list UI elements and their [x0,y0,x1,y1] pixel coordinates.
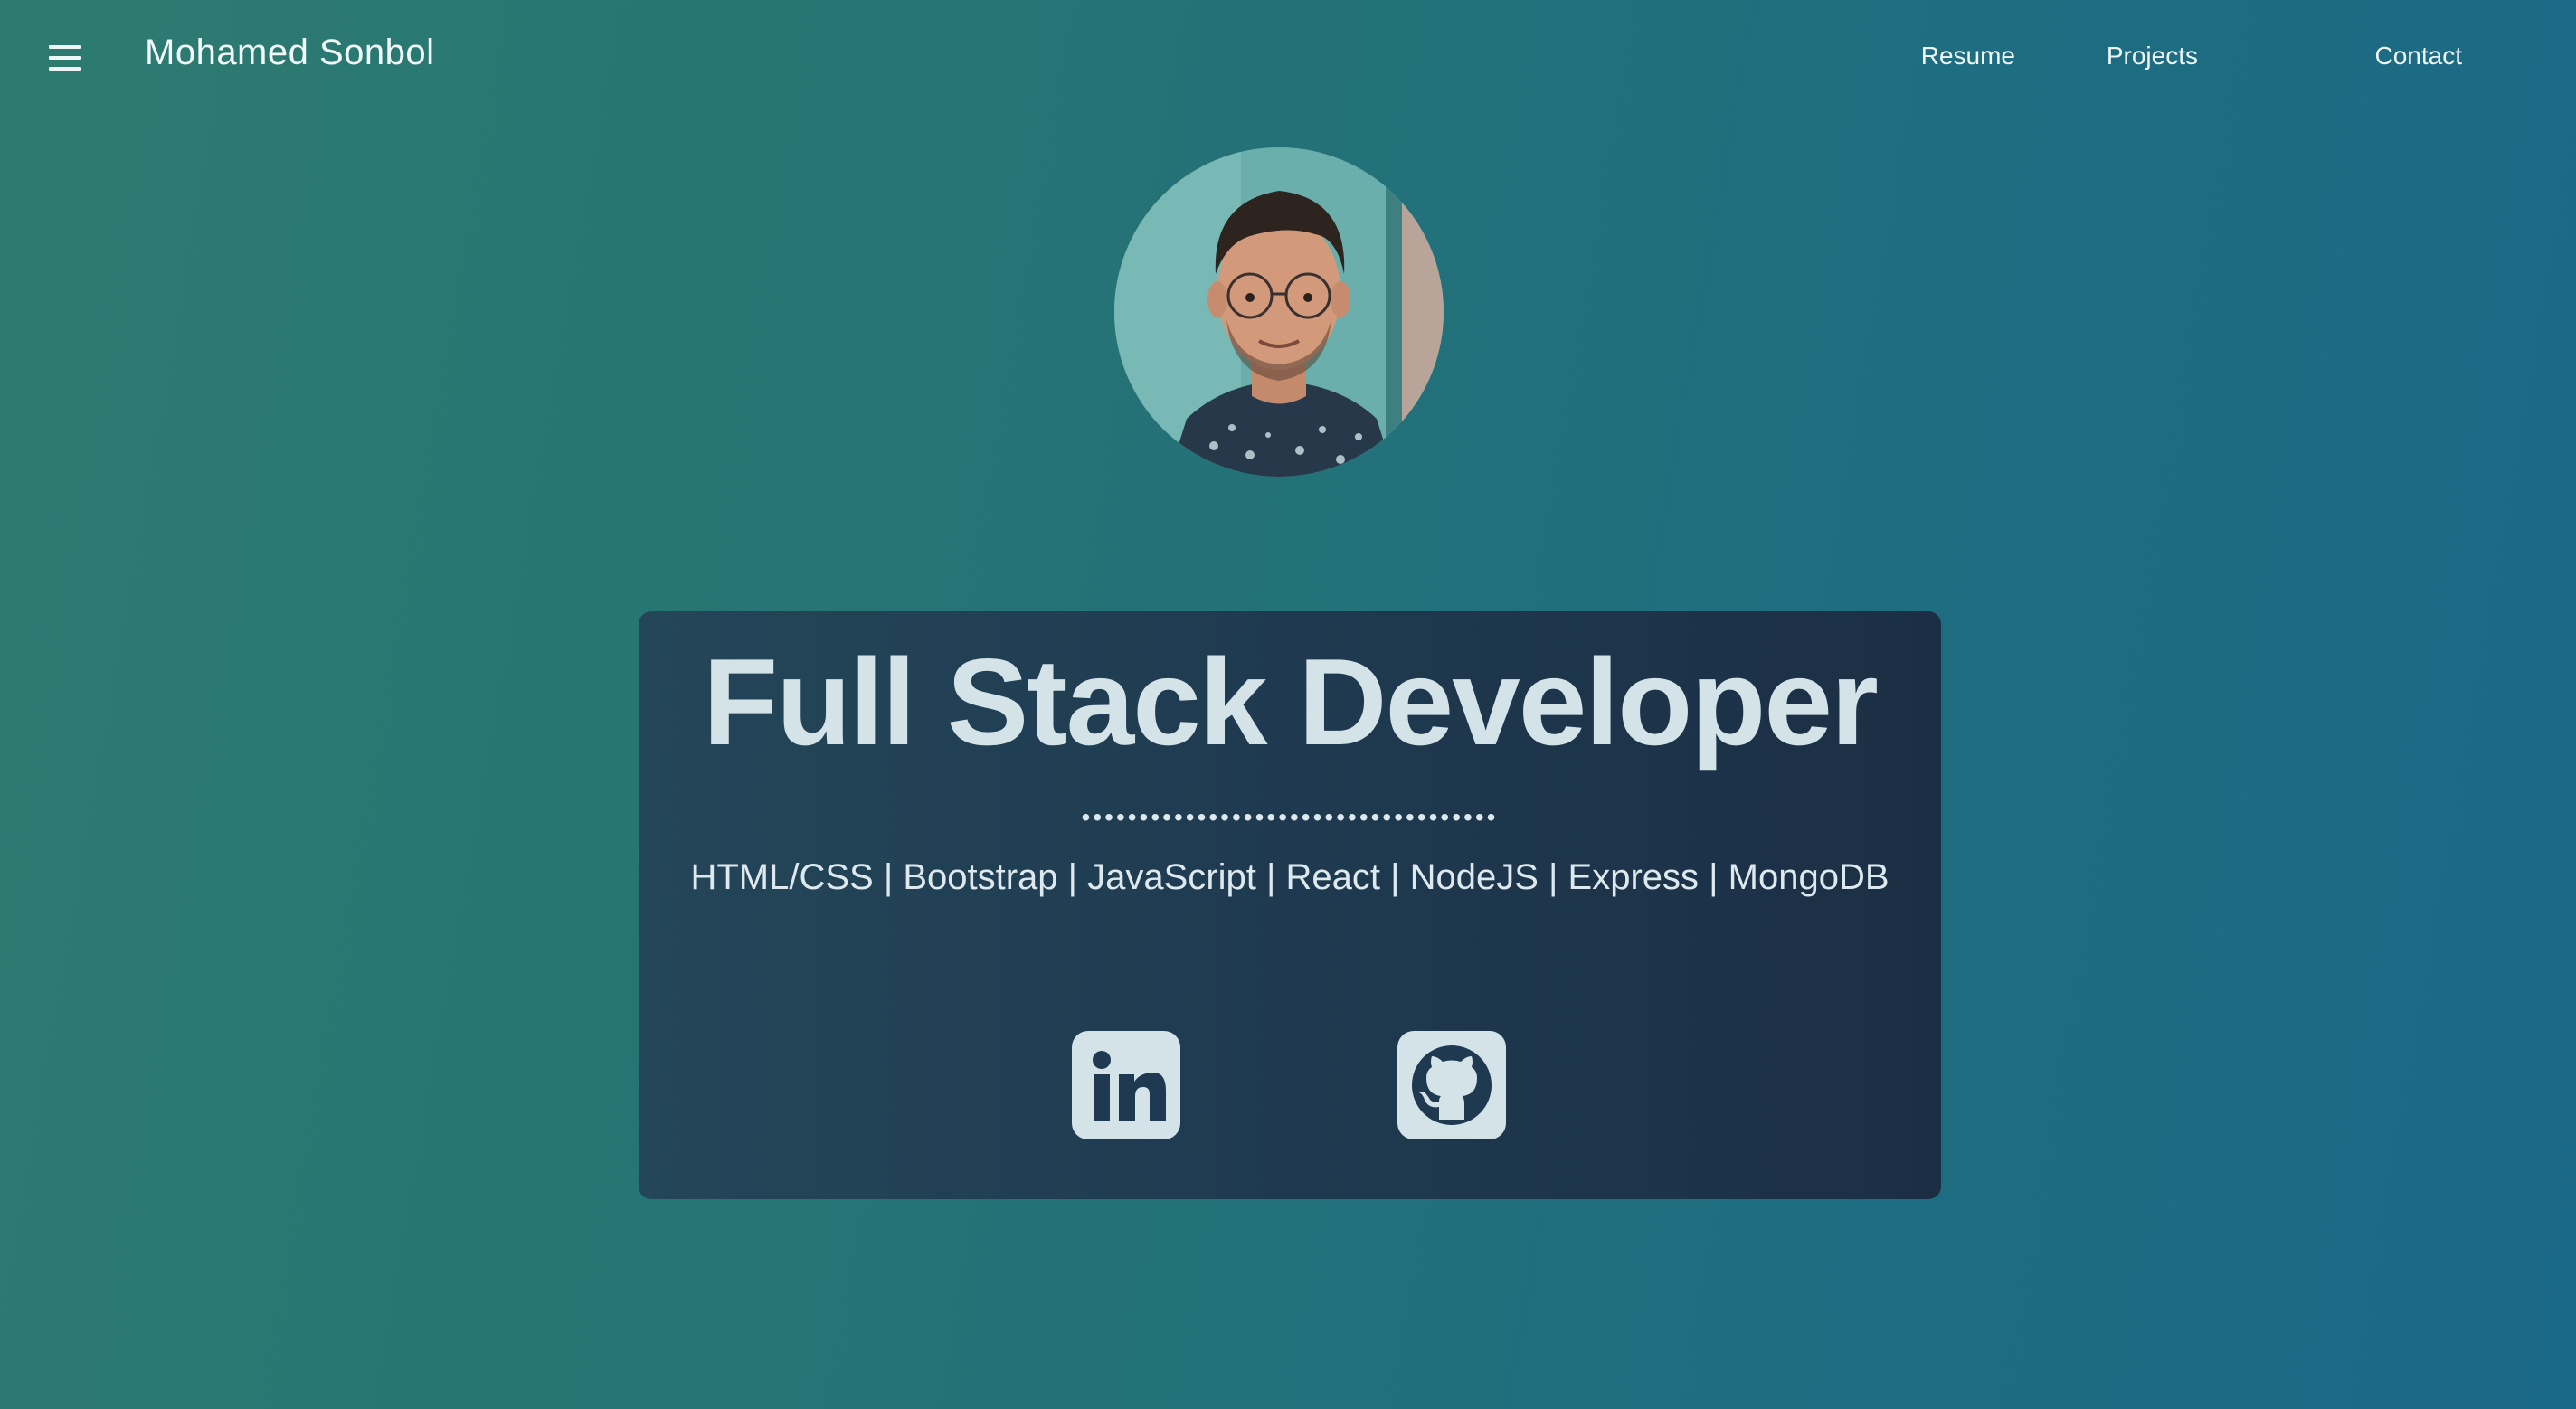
dotted-divider: •••••••••••••••••••••••••••••••••••• [1081,803,1499,831]
nav-link-resume[interactable]: Resume [1921,42,2015,71]
hero-card: Full Stack Developer •••••••••••••••••••… [639,611,1941,1199]
avatar [1114,147,1444,477]
github-icon[interactable] [1397,1031,1506,1139]
linkedin-icon[interactable] [1072,1031,1180,1139]
page-title: Full Stack Developer [703,633,1879,771]
top-navbar: Mohamed Sonbol Resume Projects Contact [0,0,2576,114]
hamburger-menu-icon[interactable] [45,42,85,74]
nav-link-projects[interactable]: Projects [2107,42,2198,71]
brand-name[interactable]: Mohamed Sonbol [145,33,435,73]
skills-list: HTML/CSS | Bootstrap | JavaScript | Reac… [690,857,1889,897]
nav-link-contact[interactable]: Contact [2375,42,2463,71]
